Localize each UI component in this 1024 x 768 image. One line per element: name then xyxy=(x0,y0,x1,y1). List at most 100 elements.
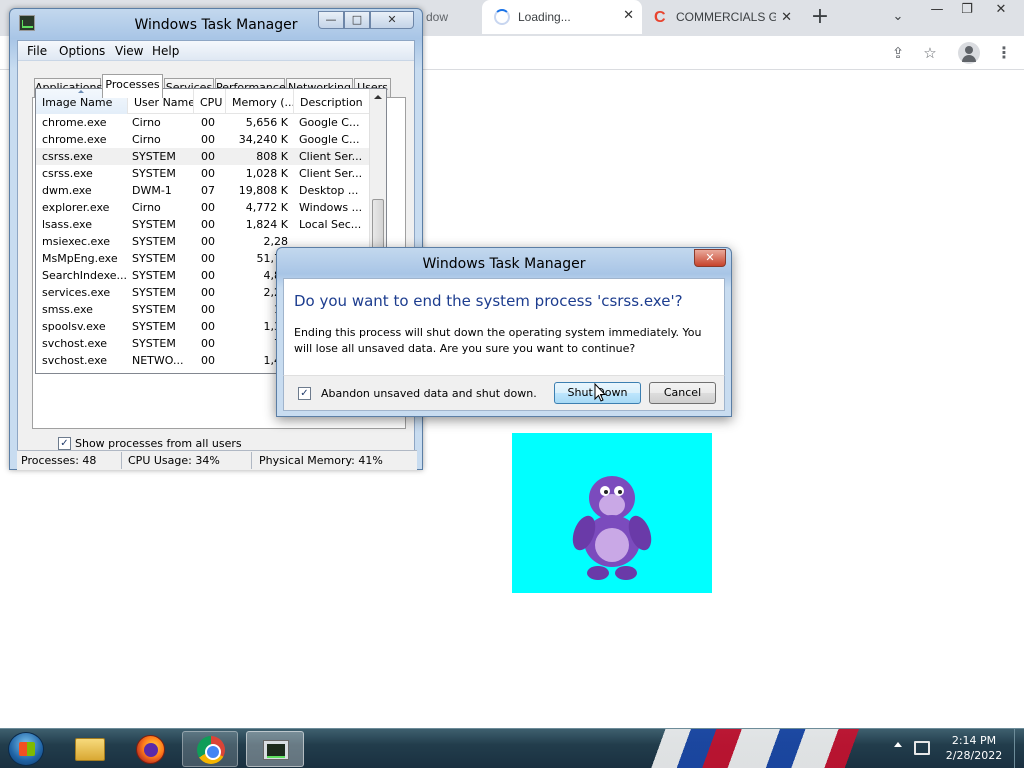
process-cell-user: DWM-1 xyxy=(132,184,172,197)
dialog-content: Do you want to end the system process 'c… xyxy=(283,278,725,375)
process-list-header: Image Name User Name CPU Memory (... Des… xyxy=(36,89,371,114)
process-row[interactable]: chrome.exe Cirno 00 5,656 K Google C... xyxy=(36,114,371,131)
process-row[interactable]: csrss.exe SYSTEM 00 808 K Client Ser... xyxy=(36,148,371,165)
browser-tab-commercials[interactable]: C COMMERCIALS G ✕ xyxy=(644,2,800,32)
tab-search-button[interactable]: ⌄ xyxy=(886,6,910,30)
menu-bar: File Options View Help xyxy=(18,41,414,61)
menu-help[interactable]: Help xyxy=(152,44,179,58)
menu-view[interactable]: View xyxy=(115,44,143,58)
browser-minimize-button[interactable]: — xyxy=(922,0,952,22)
process-cell-cpu: 00 xyxy=(201,150,215,163)
process-cell-desc: Local Sec... xyxy=(299,218,362,231)
process-cell-cpu: 00 xyxy=(201,116,215,129)
end-process-confirm-dialog: Windows Task Manager ✕ Do you want to en… xyxy=(276,247,732,417)
show-all-processes-label: Show processes from all users xyxy=(75,437,242,450)
scroll-up-arrow-icon[interactable] xyxy=(374,95,382,99)
process-cell-desc: Desktop ... xyxy=(299,184,359,197)
show-all-processes-option[interactable]: ✓ Show processes from all users xyxy=(58,437,242,450)
process-cell-cpu: 07 xyxy=(201,184,215,197)
process-cell-user: SYSTEM xyxy=(132,252,176,265)
process-cell-user: SYSTEM xyxy=(132,150,176,163)
process-row[interactable]: chrome.exe Cirno 00 34,240 K Google C... xyxy=(36,131,371,148)
process-cell-user: SYSTEM xyxy=(132,218,176,231)
process-cell-image: services.exe xyxy=(42,286,111,299)
process-cell-mem: 1,028 K xyxy=(245,167,288,180)
status-bar: Processes: 48 CPU Usage: 34% Physical Me… xyxy=(17,450,417,470)
loading-spinner-icon xyxy=(494,9,510,25)
menu-options[interactable]: Options xyxy=(59,44,105,58)
taskbar-task-manager-button[interactable] xyxy=(246,731,304,767)
task-manager-titlebar[interactable]: Windows Task Manager — □ ✕ xyxy=(10,9,422,41)
process-cell-cpu: 00 xyxy=(201,252,215,265)
process-cell-image: spoolsv.exe xyxy=(42,320,106,333)
process-cell-cpu: 00 xyxy=(201,167,215,180)
abandon-data-option[interactable]: ✓ Abandon unsaved data and shut down. xyxy=(298,387,537,400)
browser-tab-active[interactable]: Loading... ✕ xyxy=(482,0,642,34)
process-cell-cpu: 00 xyxy=(201,337,215,350)
process-row[interactable]: lsass.exe SYSTEM 00 1,824 K Local Sec... xyxy=(36,216,371,233)
system-clock[interactable]: 2:14 PM 2/28/2022 xyxy=(935,733,1013,763)
dialog-title: Windows Task Manager xyxy=(422,256,586,272)
process-cell-user: Cirno xyxy=(132,201,161,214)
browser-close-button[interactable]: ✕ xyxy=(986,0,1016,22)
close-button[interactable]: ✕ xyxy=(370,11,414,29)
status-separator xyxy=(121,452,122,469)
taskbar-chrome-button[interactable] xyxy=(182,731,238,767)
column-header-description[interactable]: Description xyxy=(294,89,371,114)
process-cell-desc: Client Ser... xyxy=(299,150,363,163)
site-favicon-icon: C xyxy=(654,9,666,26)
bookmark-star-icon[interactable]: ☆ xyxy=(920,43,940,63)
process-cell-image: explorer.exe xyxy=(42,201,110,214)
process-cell-cpu: 00 xyxy=(201,201,215,214)
tab-title: Loading... xyxy=(518,10,571,24)
process-cell-cpu: 00 xyxy=(201,269,215,282)
new-tab-button[interactable]: + xyxy=(806,4,834,32)
process-cell-image: chrome.exe xyxy=(42,133,107,146)
show-hidden-icons-arrow-icon[interactable] xyxy=(894,742,902,747)
task-manager-icon xyxy=(263,740,289,760)
browser-restore-button[interactable]: ❐ xyxy=(952,0,982,22)
process-row[interactable]: dwm.exe DWM-1 07 19,808 K Desktop ... xyxy=(36,182,371,199)
cancel-button[interactable]: Cancel xyxy=(649,382,716,404)
network-icon[interactable] xyxy=(914,741,930,755)
close-tab-icon[interactable]: ✕ xyxy=(781,9,792,25)
menu-file[interactable]: File xyxy=(27,44,47,58)
column-header-cpu[interactable]: CPU xyxy=(194,89,226,114)
show-all-processes-checkbox[interactable]: ✓ xyxy=(58,437,71,450)
process-cell-image: lsass.exe xyxy=(42,218,92,231)
process-cell-user: SYSTEM xyxy=(132,303,176,316)
start-button-icon[interactable] xyxy=(8,732,44,766)
process-cell-mem: 5,656 K xyxy=(245,116,288,129)
process-cell-cpu: 00 xyxy=(201,235,215,248)
taskbar-explorer-button[interactable] xyxy=(62,731,118,767)
profile-avatar-icon[interactable] xyxy=(958,42,980,64)
process-cell-image: SearchIndexe... xyxy=(42,269,126,282)
abandon-data-checkbox[interactable]: ✓ xyxy=(298,387,311,400)
process-cell-user: Cirno xyxy=(132,133,161,146)
show-desktop-button[interactable] xyxy=(1014,729,1024,768)
clock-date: 2/28/2022 xyxy=(945,749,1003,762)
process-cell-desc: Windows ... xyxy=(299,201,363,214)
tab-title: COMMERCIALS G xyxy=(676,10,776,24)
dialog-heading: Do you want to end the system process 'c… xyxy=(294,292,683,310)
purple-gorilla-figure xyxy=(572,476,652,580)
taskbar-firefox-button[interactable] xyxy=(122,731,178,767)
kebab-menu-icon[interactable]: ⋮ xyxy=(994,43,1014,63)
bonzi-buddy-image xyxy=(512,433,712,593)
share-icon[interactable]: ⇪ xyxy=(888,43,908,63)
firefox-icon xyxy=(136,735,165,764)
process-row[interactable]: csrss.exe SYSTEM 00 1,028 K Client Ser... xyxy=(36,165,371,182)
process-cell-user: SYSTEM xyxy=(132,167,176,180)
minimize-button[interactable]: — xyxy=(318,11,344,29)
maximize-button[interactable]: □ xyxy=(344,11,370,29)
dialog-close-button[interactable]: ✕ xyxy=(694,249,726,267)
close-tab-icon[interactable]: ✕ xyxy=(623,7,634,23)
process-row[interactable]: explorer.exe Cirno 00 4,772 K Windows ... xyxy=(36,199,371,216)
process-cell-image: svchost.exe xyxy=(42,337,108,350)
process-cell-image: csrss.exe xyxy=(42,167,93,180)
taskbar: 2:14 PM 2/28/2022 xyxy=(0,728,1024,768)
process-cell-cpu: 00 xyxy=(201,320,215,333)
column-header-memory[interactable]: Memory (... xyxy=(226,89,294,114)
tab-processes[interactable]: Processes xyxy=(102,74,163,98)
status-cpu-usage: CPU Usage: 34% xyxy=(128,454,220,467)
